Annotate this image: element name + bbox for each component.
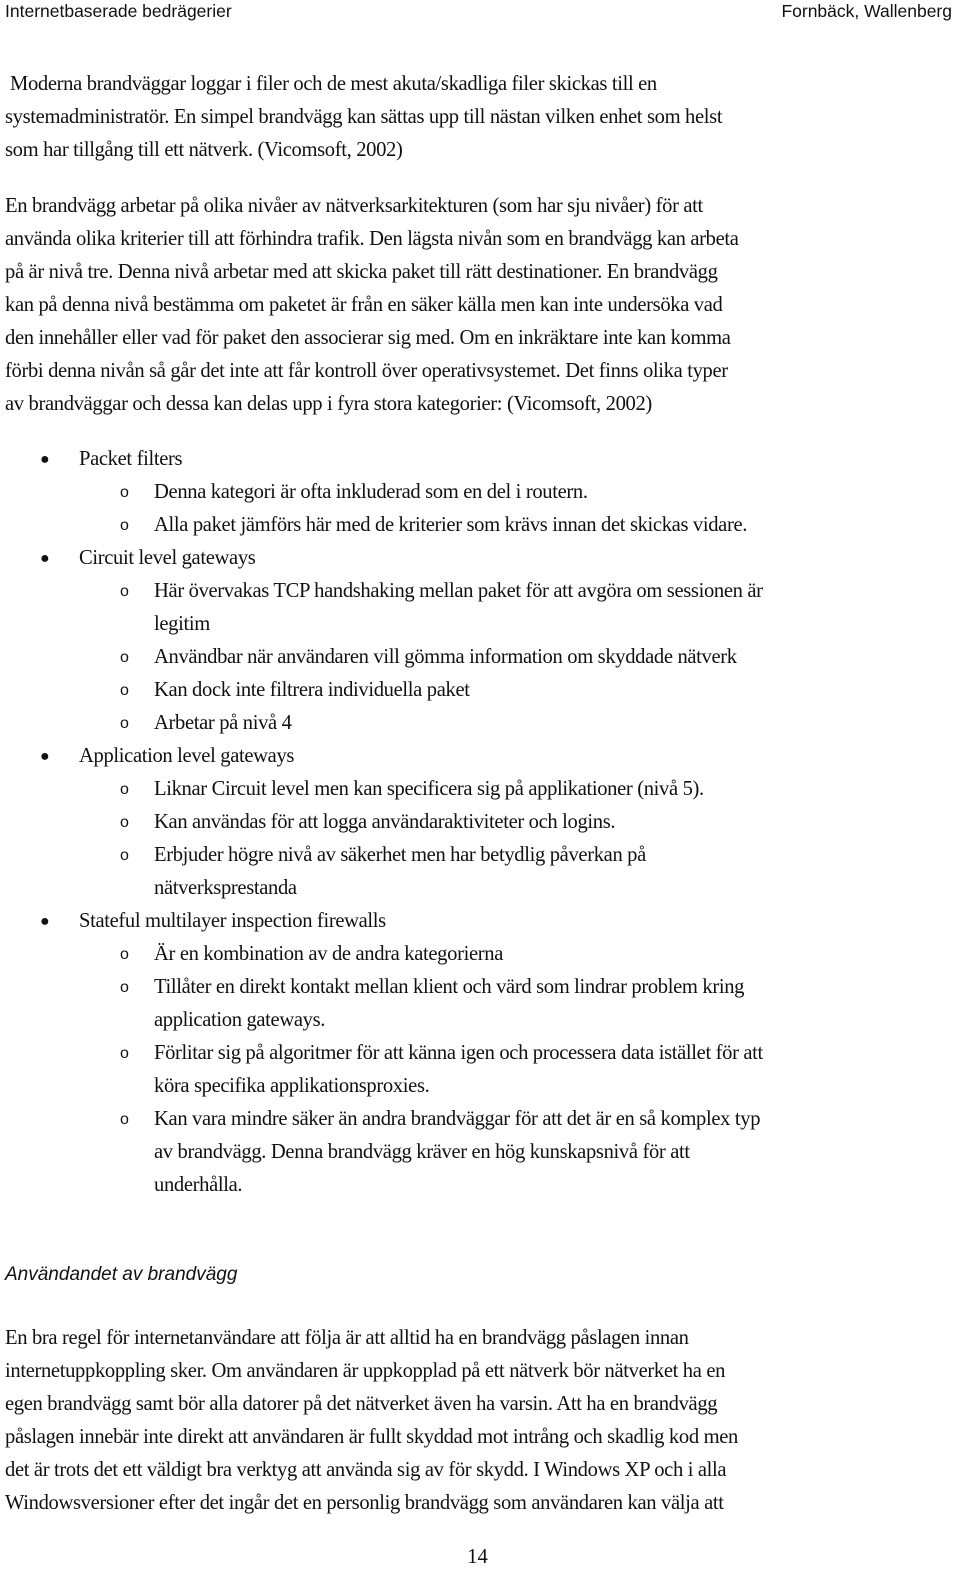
text-line: internetuppkoppling sker. Om användaren … <box>5 1360 726 1382</box>
header-document-title: Internetbaserade bedrägerier <box>5 1 232 21</box>
list-item-text: Kan användas för att logga användaraktiv… <box>154 811 616 833</box>
list-item-text: Alla paket jämförs här med de kriterier … <box>154 514 748 536</box>
text-line: systemadministratör. En simpel brandvägg… <box>5 106 723 128</box>
list-item: ● Packet filters <box>0 443 960 476</box>
list-item-text: Här övervakas TCP handshaking mellan pak… <box>154 580 763 602</box>
sub-bullet-icon: o <box>120 979 129 996</box>
text-line: Moderna brandväggar loggar i filer och d… <box>10 73 657 95</box>
list-item-text: legitim <box>154 613 210 635</box>
text-line: kan på denna nivå bestämma om paketet är… <box>5 294 723 316</box>
sub-list-item: o Denna kategori är ofta inkluderad som e… <box>0 476 960 509</box>
list-item-text: av brandvägg. Denna brandvägg kräver en … <box>154 1141 690 1163</box>
firewall-categories-list: ● Packet filters o Denna kategori är ofta i… <box>0 443 960 1202</box>
list-item-text: Kan dock inte filtrera individuella pake… <box>154 679 470 701</box>
list-item-text: nätverksprestanda <box>154 877 297 899</box>
list-item: ● Application level gateways <box>0 740 960 773</box>
page-number: 14 <box>467 1546 488 1568</box>
list-item-text: Tillåter en direkt kontakt mellan klient… <box>154 976 745 998</box>
bullet-icon: ● <box>40 913 50 930</box>
sub-bullet-icon: o <box>120 814 129 831</box>
sub-list-item: o Förlitar sig på algoritmer för att känn… <box>0 1037 960 1070</box>
text-line: egen brandvägg samt bör alla datorer på … <box>5 1393 718 1415</box>
list-item: ● Circuit level gateways <box>0 542 960 575</box>
sub-bullet-icon: o <box>120 946 129 963</box>
sub-list-item: o Alla paket jämförs här med de kriterier… <box>0 509 960 542</box>
sub-list-item: o Tillåter en direkt kontakt mellan klien… <box>0 971 960 1004</box>
text-line: som har tillgång till ett nätverk. (Vico… <box>5 139 403 161</box>
list-item-text: Stateful multilayer inspection firewalls <box>79 910 386 932</box>
sub-list-item: o Är en kombination av de andra kategorie… <box>0 938 960 971</box>
text-line: påslagen innebär inte direkt att använda… <box>5 1426 738 1448</box>
bullet-icon: ● <box>40 451 50 468</box>
sub-list-item: o Användbar när användaren vill gömma inf… <box>0 641 960 674</box>
paragraph-logging: Moderna brandväggar loggar i filer och d… <box>5 68 955 167</box>
list-item-text: application gateways. <box>154 1009 326 1031</box>
list-item-text: Användbar när användaren vill gömma info… <box>154 646 737 668</box>
list-item-text: Circuit level gateways <box>79 547 256 569</box>
sub-list-item: o Liknar Circuit level men kan specificer… <box>0 773 960 806</box>
sub-bullet-icon: o <box>120 484 129 501</box>
list-item-text: Erbjuder högre nivå av säkerhet men har … <box>154 844 646 866</box>
paragraph-firewall-usage: En bra regel för internetanvändare att f… <box>5 1322 955 1520</box>
sub-list-item-continuation: köra specifika applikationsproxies. <box>0 1070 960 1103</box>
list-item-text: Denna kategori är ofta inkluderad som en… <box>154 481 588 503</box>
sub-list-item: o Erbjuder högre nivå av säkerhet men har… <box>0 839 960 872</box>
sub-bullet-icon: o <box>120 847 129 864</box>
text-line: använda olika kriterier till att förhind… <box>5 228 739 250</box>
sub-list-item: o Kan vara mindre säker än andra brandväg… <box>0 1103 960 1136</box>
list-item-text: köra specifika applikationsproxies. <box>154 1075 430 1097</box>
list-item-text: Är en kombination av de andra kategorier… <box>154 943 503 965</box>
text-line: Windowsversioner efter det ingår det en … <box>5 1492 724 1514</box>
sub-list-item-continuation: application gateways. <box>0 1004 960 1037</box>
list-item-text: Liknar Circuit level men kan specificera… <box>154 778 704 800</box>
sub-bullet-icon: o <box>120 583 129 600</box>
sub-list-item: o Kan användas för att logga användarakti… <box>0 806 960 839</box>
sub-list-item-continuation: av brandvägg. Denna brandvägg kräver en … <box>0 1136 960 1169</box>
sub-list-item-continuation: underhålla. <box>0 1169 960 1202</box>
text-line: förbi denna nivån så går det inte att få… <box>5 360 728 382</box>
text-line: det är trots det ett väldigt bra verktyg… <box>5 1459 727 1481</box>
sub-list-item: o Arbetar på nivå 4 <box>0 707 960 740</box>
header-authors: Fornbäck, Wallenberg <box>781 1 952 21</box>
list-item-text: Application level gateways <box>79 745 295 767</box>
text-line: av brandväggar och dessa kan delas upp i… <box>5 393 652 415</box>
page-header: Internetbaserade bedrägerier Fornbäck, W… <box>0 0 960 24</box>
text-line: En bra regel för internetanvändare att f… <box>5 1327 689 1349</box>
list-item-text: Arbetar på nivå 4 <box>154 712 292 734</box>
text-line: den innehåller eller vad för paket den a… <box>5 327 731 349</box>
text-line: på är nivå tre. Denna nivå arbetar med a… <box>5 261 718 283</box>
sub-bullet-icon: o <box>120 649 129 666</box>
sub-bullet-icon: o <box>120 781 129 798</box>
list-item-text: Förlitar sig på algoritmer för att känna… <box>154 1042 763 1064</box>
list-item-text: Kan vara mindre säker än andra brandvägg… <box>154 1108 761 1130</box>
sub-bullet-icon: o <box>120 682 129 699</box>
sub-bullet-icon: o <box>120 1045 129 1062</box>
list-item: ● Stateful multilayer inspection firewall… <box>0 905 960 938</box>
sub-list-item: o Här övervakas TCP handshaking mellan pa… <box>0 575 960 608</box>
sub-bullet-icon: o <box>120 517 129 534</box>
sub-list-item-continuation: nätverksprestanda <box>0 872 960 905</box>
sub-list-item-continuation: legitim <box>0 608 960 641</box>
sub-bullet-icon: o <box>120 715 129 732</box>
list-item-text: underhålla. <box>154 1174 243 1196</box>
sub-bullet-icon: o <box>120 1111 129 1128</box>
sub-list-item: o Kan dock inte filtrera individuella pak… <box>0 674 960 707</box>
bullet-icon: ● <box>40 550 50 567</box>
list-item-text: Packet filters <box>79 448 183 470</box>
paragraph-network-levels: En brandvägg arbetar på olika nivåer av … <box>5 190 955 421</box>
section-heading: Användandet av brandvägg <box>5 1264 238 1285</box>
text-line: En brandvägg arbetar på olika nivåer av … <box>5 195 703 217</box>
bullet-icon: ● <box>40 748 50 765</box>
